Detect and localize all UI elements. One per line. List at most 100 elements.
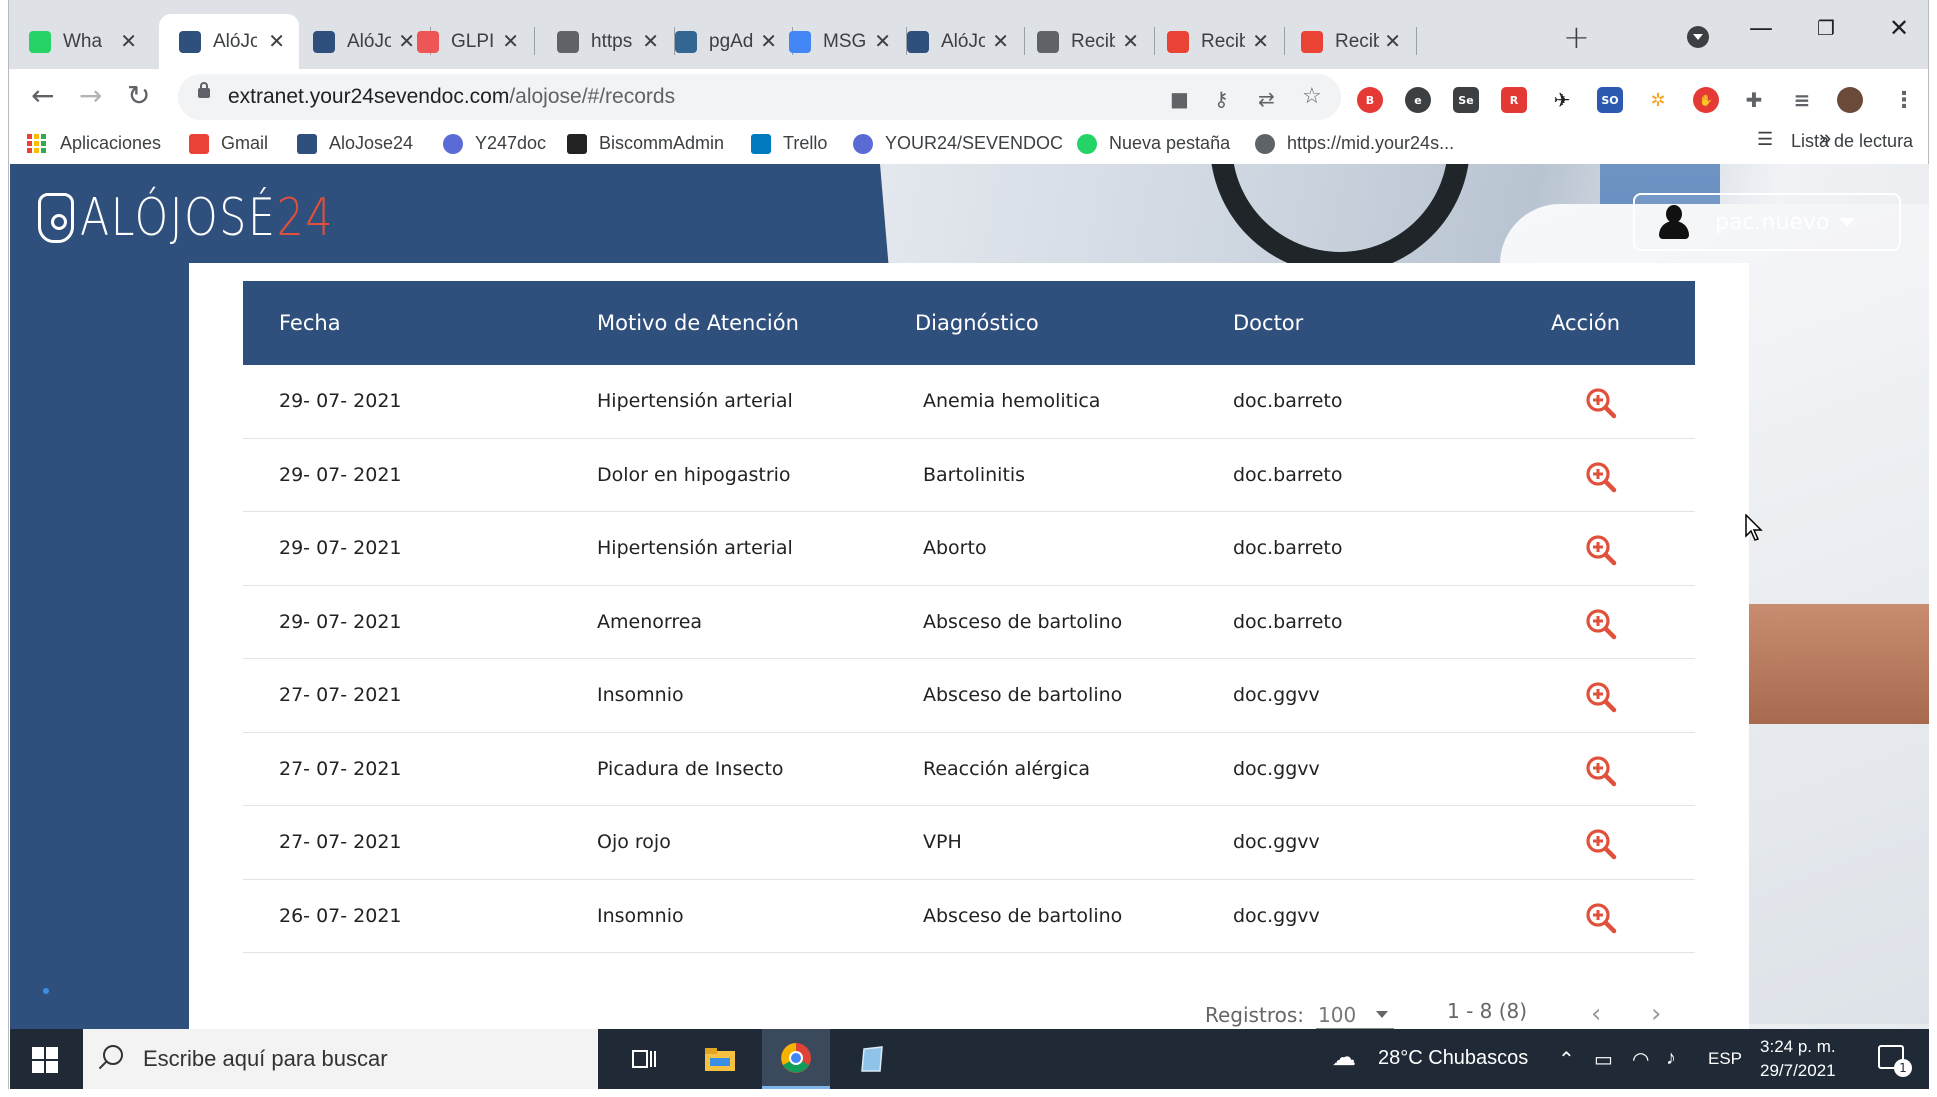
file-explorer-icon[interactable] — [686, 1029, 754, 1089]
table-row: 26- 07- 2021 Insomnio Absceso de bartolino… — [243, 880, 1695, 953]
reload-icon[interactable]: ↻ — [127, 79, 150, 112]
extension-icon[interactable]: ✲ — [1645, 87, 1671, 113]
user-menu-button[interactable]: pac.nuevo — [1633, 193, 1901, 251]
browser-tab[interactable]: Wha ✕ — [9, 14, 151, 69]
bookmark-item[interactable]: BiscommAdmin — [567, 133, 724, 154]
header-diagnostico[interactable]: Diagnóstico — [915, 311, 1039, 335]
browser-tab[interactable]: GLPI ✕ — [397, 14, 533, 69]
profile-avatar[interactable] — [1837, 87, 1863, 113]
extensions-puzzle-icon[interactable]: ✚ — [1741, 87, 1767, 113]
show-hidden-icons-icon[interactable]: ⌃ — [1558, 1047, 1575, 1072]
minimize-icon[interactable]: — — [1749, 14, 1773, 42]
search-icon — [103, 1045, 123, 1065]
taskbar-search[interactable]: Escribe aquí para buscar — [83, 1029, 598, 1089]
address-bar[interactable]: extranet.your24sevendoc.com/alojose/#/re… — [178, 74, 1341, 120]
reading-list-icon[interactable]: ☰ — [1757, 129, 1773, 150]
browser-tab[interactable]: AlóJo ✕ — [159, 14, 299, 69]
translate-icon[interactable]: ⇄ — [1258, 87, 1275, 111]
cell-diagnostico: Aborto — [923, 537, 987, 560]
extension-icon[interactable]: SO — [1597, 87, 1623, 113]
zoom-in-icon[interactable] — [1585, 534, 1617, 566]
page-size-select[interactable]: 100 — [1316, 1003, 1394, 1029]
cell-doctor: doc.ggvv — [1233, 757, 1320, 780]
tab-close-icon[interactable]: ✕ — [268, 29, 285, 54]
selenium-icon[interactable]: Se — [1453, 87, 1479, 113]
adblock-icon[interactable]: ✋ — [1693, 87, 1719, 113]
battery-icon[interactable]: ▭ — [1594, 1047, 1613, 1072]
bookmark-item[interactable]: https://mid.your24s... — [1255, 133, 1454, 154]
tab-close-icon[interactable]: ✕ — [1122, 29, 1139, 54]
cell-motivo: Hipertensión arterial — [597, 390, 793, 413]
next-page-button[interactable]: › — [1651, 999, 1661, 1029]
extension-icon[interactable]: ✈ — [1549, 87, 1575, 113]
zoom-in-icon[interactable] — [1585, 387, 1617, 419]
bookmark-item[interactable]: Trello — [751, 133, 827, 154]
wifi-icon[interactable]: ◠ — [1632, 1047, 1649, 1072]
globe-icon — [557, 30, 579, 53]
restore-icon[interactable]: ❐ — [1817, 16, 1835, 40]
cell-doctor: doc.barreto — [1233, 390, 1343, 413]
bookmark-label: Nueva pestaña — [1109, 133, 1231, 153]
bookmark-item[interactable]: YOUR24/SEVENDOC — [853, 133, 1063, 154]
back-icon[interactable]: ← — [31, 79, 54, 112]
prev-page-button[interactable]: ‹ — [1591, 999, 1601, 1029]
bookmark-item[interactable]: Nueva pestaña — [1077, 133, 1230, 154]
notification-icon[interactable]: 1 — [1878, 1045, 1912, 1077]
camera-icon[interactable]: ■ — [1170, 87, 1189, 111]
browser-tab[interactable]: AlóJo ✕ — [887, 14, 1023, 69]
tab-close-icon[interactable]: ✕ — [1252, 29, 1269, 54]
task-view-icon[interactable] — [610, 1029, 678, 1089]
zoom-in-icon[interactable] — [1585, 755, 1617, 787]
bookmark-item[interactable]: Aplicaciones — [27, 133, 161, 154]
tab-close-icon[interactable]: ✕ — [120, 29, 137, 54]
reading-list-button[interactable]: Lista de lectura — [1791, 131, 1913, 152]
tab-close-icon[interactable]: ✕ — [1384, 29, 1401, 54]
menu-kebab-icon[interactable]: ⋮ — [1891, 87, 1917, 113]
lock-icon[interactable] — [198, 82, 210, 98]
bookmark-item[interactable]: Y247doc — [443, 133, 546, 154]
bookmark-item[interactable]: Gmail — [189, 133, 268, 154]
header-doctor[interactable]: Doctor — [1233, 311, 1303, 335]
clock[interactable]: 3:24 p. m. 29/7/2021 — [1760, 1035, 1836, 1083]
header-motivo[interactable]: Motivo de Atención — [597, 311, 799, 335]
zoom-in-icon[interactable] — [1585, 902, 1617, 934]
bookmark-star-icon[interactable]: ☆ — [1302, 84, 1322, 109]
close-window-icon[interactable]: ✕ — [1889, 14, 1909, 42]
browser-tab[interactable]: Recib ✕ — [1017, 14, 1153, 69]
weather-text[interactable]: 28°C Chubascos — [1378, 1047, 1528, 1070]
browser-tab[interactable]: Recib ✕ — [1281, 14, 1415, 69]
notepad-app-icon[interactable] — [838, 1029, 906, 1089]
header-fecha[interactable]: Fecha — [279, 311, 341, 335]
media-control-icon[interactable]: ≡ — [1789, 87, 1815, 113]
key-icon[interactable]: ⚷ — [1214, 87, 1229, 111]
browser-tab[interactable]: MSG ✕ — [769, 14, 905, 69]
chrome-taskbar-icon[interactable] — [762, 1029, 830, 1089]
new-tab-button[interactable]: + — [1563, 18, 1590, 56]
bookmark-label: BiscommAdmin — [599, 133, 725, 153]
browser-tab[interactable]: Recib ✕ — [1147, 14, 1283, 69]
zoom-in-icon[interactable] — [1585, 608, 1617, 640]
bookmark-label: Gmail — [221, 133, 269, 153]
tab-search-icon[interactable] — [1687, 26, 1709, 48]
extension-icon[interactable]: R — [1501, 87, 1527, 113]
url-text[interactable]: extranet.your24sevendoc.com/alojose/#/re… — [228, 85, 675, 109]
volume-icon[interactable]: ♪ — [1666, 1047, 1676, 1070]
zoom-in-icon[interactable] — [1585, 461, 1617, 493]
forward-icon[interactable]: → — [79, 79, 102, 112]
windows-start-icon[interactable] — [32, 1047, 58, 1073]
user-name: pac.nuevo — [1715, 209, 1830, 235]
cell-motivo: Ojo rojo — [597, 831, 671, 854]
language-indicator[interactable]: ESP — [1708, 1049, 1742, 1069]
tab-close-icon[interactable]: ✕ — [502, 29, 519, 54]
extension-icon[interactable]: B — [1357, 87, 1383, 113]
app-logo[interactable]: ALÓJOSÉ24 — [38, 188, 390, 248]
zoom-in-icon[interactable] — [1585, 828, 1617, 860]
tab-close-icon[interactable]: ✕ — [992, 29, 1009, 54]
tab-title: Recib — [1335, 30, 1379, 52]
zoom-in-icon[interactable] — [1585, 681, 1617, 713]
extension-icon[interactable]: e — [1405, 87, 1431, 113]
browser-tab[interactable]: https ✕ — [537, 14, 673, 69]
bookmark-label: Aplicaciones — [60, 133, 162, 153]
weather-cloud-icon[interactable]: ☁ — [1332, 1043, 1356, 1072]
bookmark-item[interactable]: AloJose24 — [297, 133, 413, 154]
